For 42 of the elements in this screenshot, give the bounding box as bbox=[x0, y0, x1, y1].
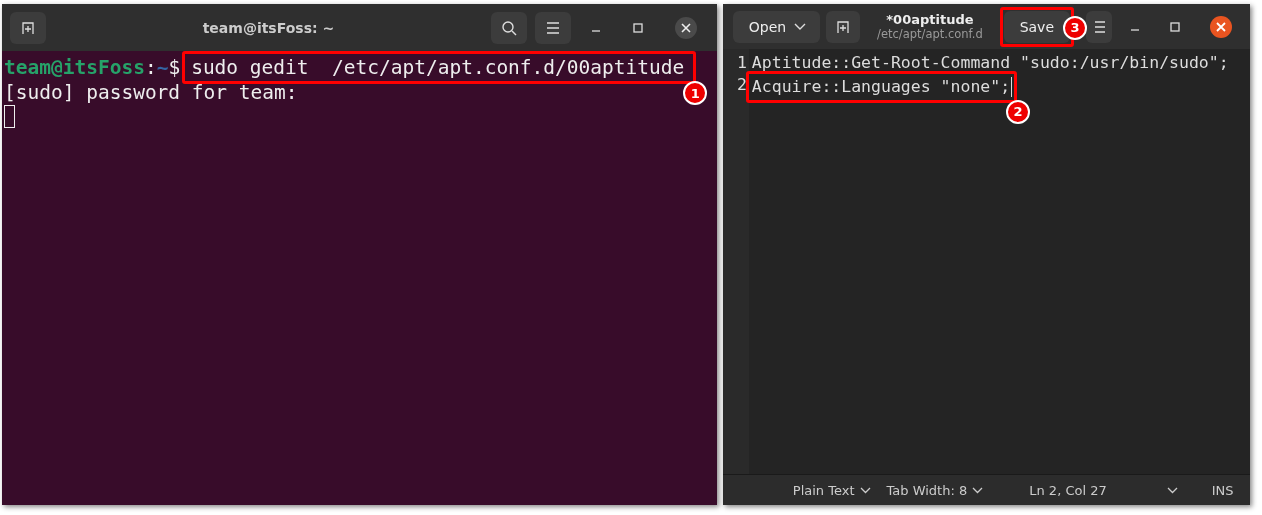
code-line: Acquire::Languages "none"; bbox=[751, 76, 1011, 98]
open-button[interactable]: Open bbox=[732, 10, 821, 43]
document-title: *00aptitude bbox=[886, 11, 974, 27]
tab-width-dropdown[interactable]: Tab Width: 8 bbox=[886, 482, 984, 498]
callout-badge: 3 bbox=[1063, 15, 1087, 40]
new-tab-button[interactable] bbox=[826, 10, 861, 43]
code-line: Aptitude::Get-Root-Command "sudo:/usr/bin/sudo"; bbox=[751, 52, 1229, 74]
new-tab-icon bbox=[20, 19, 36, 36]
text-cursor bbox=[1011, 77, 1013, 97]
callout-badge: 1 bbox=[683, 81, 708, 105]
prompt-separator: : bbox=[144, 55, 157, 80]
cursor-position: Ln 2, Col 27 bbox=[1029, 482, 1107, 498]
window-title: team@itsFoss: ~ bbox=[201, 19, 336, 36]
output-text: [sudo] password for team: bbox=[4, 80, 298, 105]
menu-button[interactable] bbox=[1086, 10, 1112, 43]
close-icon[interactable] bbox=[1210, 15, 1232, 38]
command-text: sudo gedit /etc/apt/apt.conf.d/00aptitude bbox=[191, 56, 685, 79]
caret-icon bbox=[972, 486, 984, 494]
new-tab-icon bbox=[835, 18, 852, 35]
menu-button[interactable] bbox=[534, 11, 571, 44]
search-button[interactable] bbox=[490, 11, 527, 44]
caret-icon bbox=[859, 486, 871, 494]
close-icon[interactable] bbox=[674, 16, 697, 39]
maximize-icon[interactable] bbox=[1170, 21, 1180, 32]
line-number: 2 bbox=[736, 74, 747, 96]
language-dropdown[interactable]: Plain Text bbox=[792, 482, 871, 498]
chevron-icon[interactable] bbox=[1166, 486, 1178, 494]
text-cursor bbox=[4, 105, 15, 128]
document-path: /etc/apt/apt.conf.d bbox=[877, 26, 983, 42]
menu-icon bbox=[545, 21, 560, 34]
menu-icon bbox=[1093, 20, 1105, 33]
search-icon bbox=[500, 19, 517, 36]
insert-mode: INS bbox=[1211, 482, 1234, 498]
callout-badge: 2 bbox=[1006, 100, 1031, 124]
prompt-symbol: $ bbox=[168, 55, 181, 80]
save-button[interactable]: Save bbox=[1003, 10, 1070, 43]
line-number: 1 bbox=[736, 52, 747, 74]
prompt-path: ~ bbox=[156, 55, 169, 80]
new-tab-button[interactable] bbox=[10, 11, 46, 44]
maximize-icon[interactable] bbox=[632, 22, 643, 33]
prompt-user: team@itsFoss bbox=[4, 55, 145, 80]
caret-icon bbox=[794, 22, 807, 31]
